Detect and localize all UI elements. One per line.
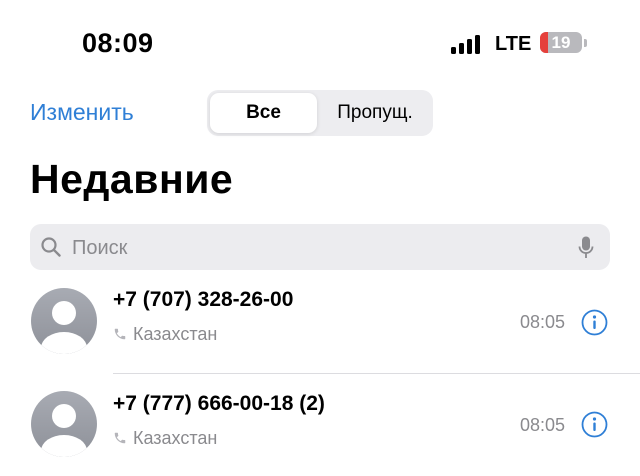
segment-missed[interactable]: Пропущ. bbox=[320, 93, 430, 133]
phone-icon bbox=[114, 328, 126, 340]
call-location-line: Казахстан bbox=[113, 324, 217, 345]
person-icon bbox=[41, 301, 87, 354]
call-location-line: Казахстан bbox=[113, 428, 217, 449]
call-location: Казахстан bbox=[133, 324, 218, 344]
filter-segmented-control: Все Пропущ. bbox=[207, 90, 433, 136]
edit-button[interactable]: Изменить bbox=[30, 99, 134, 126]
status-bar: 08:09 LTE 19 bbox=[0, 0, 640, 80]
mic-icon[interactable] bbox=[578, 236, 594, 260]
info-icon[interactable] bbox=[581, 411, 608, 438]
page-title: Недавние bbox=[30, 156, 234, 202]
call-time: 08:05 bbox=[520, 312, 566, 332]
segment-all[interactable]: Все bbox=[210, 93, 317, 133]
call-number: +7 (777) 666-00-18 (2) bbox=[113, 392, 325, 415]
battery-cap bbox=[584, 39, 587, 47]
search-bar bbox=[30, 224, 610, 272]
call-time: 08:05 bbox=[520, 415, 566, 435]
avatar bbox=[31, 391, 97, 457]
signal-strength-icon bbox=[451, 35, 481, 54]
battery-icon: 19 bbox=[540, 32, 582, 53]
call-row[interactable]: +7 (707) 328-26-00 Казахстан 08:05 bbox=[0, 270, 640, 374]
recents-screen: 08:09 LTE 19 Изменить Все Пропущ. Недавн… bbox=[0, 0, 640, 476]
call-number: +7 (707) 328-26-00 bbox=[113, 288, 294, 311]
battery-level: 19 bbox=[551, 33, 571, 52]
search-input[interactable] bbox=[70, 224, 574, 272]
person-icon bbox=[41, 404, 87, 457]
status-time: 08:09 bbox=[82, 28, 154, 58]
search-icon bbox=[41, 237, 61, 257]
avatar bbox=[31, 288, 97, 354]
call-row[interactable]: +7 (777) 666-00-18 (2) Казахстан 08:05 bbox=[0, 374, 640, 476]
info-icon[interactable] bbox=[581, 309, 608, 336]
phone-icon bbox=[114, 432, 126, 444]
call-location: Казахстан bbox=[133, 428, 218, 448]
network-type: LTE bbox=[495, 33, 532, 55]
